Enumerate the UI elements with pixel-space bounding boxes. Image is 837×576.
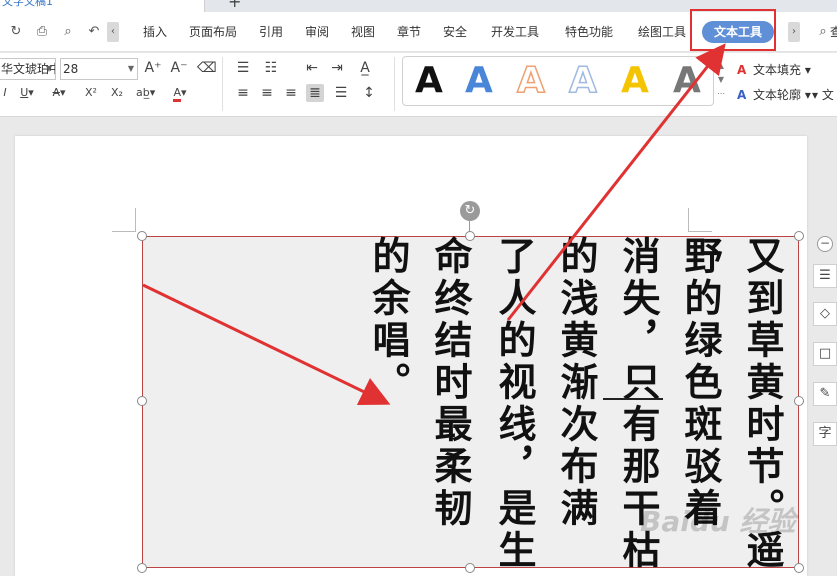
menu-item-references[interactable]: 引用 xyxy=(259,24,283,40)
text-effect-label: 文 xyxy=(821,88,834,102)
font-grow-icon[interactable]: A⁺ xyxy=(144,59,162,77)
text-style-yellow[interactable]: A xyxy=(621,61,649,101)
layout-icon[interactable]: ☰ xyxy=(813,264,837,288)
text-column-7[interactable]: 的余唱。 xyxy=(362,236,414,404)
text-direction-icon[interactable]: A̲ xyxy=(356,59,374,77)
annotation-highlight-box xyxy=(690,9,776,51)
align-left-icon[interactable]: ≡ xyxy=(234,84,252,102)
text-fill-label: 文本填充 xyxy=(753,63,802,77)
resize-handle[interactable] xyxy=(794,231,804,241)
text-effect-button[interactable]: ▾ 文 xyxy=(812,86,834,103)
font-color-icon[interactable]: A▾ xyxy=(171,84,189,102)
document-tab[interactable]: 文字文稿1 xyxy=(0,0,205,12)
text-style-gray[interactable]: A xyxy=(673,61,701,101)
print-preview-icon[interactable]: ⌕ xyxy=(60,24,76,40)
menu-item-page-layout[interactable]: 页面布局 xyxy=(189,24,237,40)
resize-handle[interactable] xyxy=(137,396,147,406)
resize-handle[interactable] xyxy=(137,231,147,241)
save-icon[interactable]: ↻ xyxy=(8,24,24,40)
text-outline-label: 文本轮廓 xyxy=(753,88,802,102)
rotate-handle-icon[interactable]: ↻ xyxy=(460,201,480,221)
clear-format-icon[interactable]: ⌫ xyxy=(197,59,217,77)
resize-handle[interactable] xyxy=(794,563,804,573)
chevron-down-icon: ▼ xyxy=(127,64,134,73)
group-separator xyxy=(394,57,395,111)
menu-scroll-right-button[interactable]: › xyxy=(788,22,800,42)
text-column-5[interactable]: 了人的视线，是生 xyxy=(488,236,540,572)
highlight-icon[interactable]: ab̲▾ xyxy=(136,84,155,102)
italic-icon[interactable]: I xyxy=(0,84,14,102)
increase-indent-icon[interactable]: ⇥ xyxy=(328,59,346,77)
text-outline-icon: A xyxy=(737,88,747,102)
font-size-select[interactable]: 28 ▼ xyxy=(60,58,138,80)
search-icon[interactable]: ⌕ xyxy=(815,24,831,40)
new-tab-button[interactable]: + xyxy=(228,0,241,10)
numbered-list-icon[interactable]: ☷ xyxy=(262,59,280,77)
group-separator xyxy=(222,57,223,111)
distribute-icon[interactable]: ☰ xyxy=(332,84,350,102)
align-center-icon[interactable]: ≡ xyxy=(258,84,276,102)
font-shrink-icon[interactable]: A⁻ xyxy=(170,59,188,77)
fill-icon[interactable]: ◇ xyxy=(813,302,837,326)
text-column-2[interactable]: 野的绿色斑驳着 xyxy=(674,236,726,530)
text-column-6[interactable]: 命终结时最柔韧 xyxy=(424,236,476,530)
underline-icon[interactable]: U▾ xyxy=(18,84,36,102)
text-styles-gallery: A A A A A A xyxy=(402,56,714,106)
gallery-scroll[interactable]: ▲ ▼ ⋯ xyxy=(716,59,726,103)
decrease-indent-icon[interactable]: ⇤ xyxy=(303,59,321,77)
justify-icon[interactable]: ≣ xyxy=(306,84,324,102)
menu-item-developer[interactable]: 开发工具 xyxy=(491,24,539,40)
font-name-select[interactable]: 华文琥珀中粗黑 ▼ xyxy=(0,58,56,80)
chevron-down-icon: ▼ xyxy=(45,64,52,73)
resize-handle[interactable] xyxy=(465,231,475,241)
align-right-icon[interactable]: ≡ xyxy=(282,84,300,102)
print-icon[interactable]: ⎙ xyxy=(34,24,50,40)
text-column-4[interactable]: 的浅黄渐次布满 xyxy=(550,236,602,530)
text-outline-button[interactable]: A 文本轮廓 ▾ xyxy=(737,86,811,103)
text-style-black[interactable]: A xyxy=(415,61,443,101)
undo-icon[interactable]: ↶ xyxy=(86,24,102,40)
resize-handle[interactable] xyxy=(465,563,475,573)
menu-item-special-features[interactable]: 特色功能 xyxy=(565,24,613,40)
resize-handle[interactable] xyxy=(794,396,804,406)
font-size-value: 28 xyxy=(63,62,79,76)
superscript-icon[interactable]: X² xyxy=(82,84,100,102)
subscript-icon[interactable]: X₂ xyxy=(108,84,126,102)
text-style-blue-outline[interactable]: A xyxy=(568,60,597,102)
menu-scroll-left-button[interactable]: ‹ xyxy=(107,22,119,42)
menu-item-view[interactable]: 视图 xyxy=(351,24,375,40)
collapse-toolbar-button[interactable]: − xyxy=(817,236,833,252)
strikethrough-icon[interactable]: A▾ xyxy=(50,84,68,102)
bullet-list-icon[interactable]: ☰ xyxy=(234,59,252,77)
border-icon[interactable]: □ xyxy=(813,342,837,366)
pen-icon[interactable]: ✎ xyxy=(813,382,837,406)
text-cursor xyxy=(603,398,663,400)
text-style-orange-outline[interactable]: A xyxy=(516,60,545,102)
text-fill-icon: A xyxy=(737,63,747,77)
menu-item-review[interactable]: 审阅 xyxy=(305,24,329,40)
text-fill-button[interactable]: A 文本填充 ▾ xyxy=(737,61,811,78)
menu-item-drawing-tools[interactable]: 绘图工具 xyxy=(638,24,686,40)
margin-corner-mark xyxy=(688,208,712,232)
margin-corner-mark xyxy=(112,208,136,232)
text-style-blue[interactable]: A xyxy=(465,61,493,101)
menu-item-chapter[interactable]: 章节 xyxy=(397,24,421,40)
ribbon-toolbar: 华文琥珀中粗黑 ▼ 28 ▼ A⁺ A⁻ ⌫ I U▾ A▾ X² X₂ ab̲… xyxy=(0,53,837,117)
line-spacing-icon[interactable]: ↕ xyxy=(360,84,378,102)
resize-handle[interactable] xyxy=(137,563,147,573)
menu-item-insert[interactable]: 插入 xyxy=(143,24,167,40)
menu-item-security[interactable]: 安全 xyxy=(443,24,467,40)
document-tab-title: 文字文稿1 xyxy=(2,0,53,8)
watermark: Baidu 经验 xyxy=(640,505,796,538)
search-label[interactable]: 查 xyxy=(830,24,837,40)
font-icon[interactable]: 字 xyxy=(813,422,837,446)
